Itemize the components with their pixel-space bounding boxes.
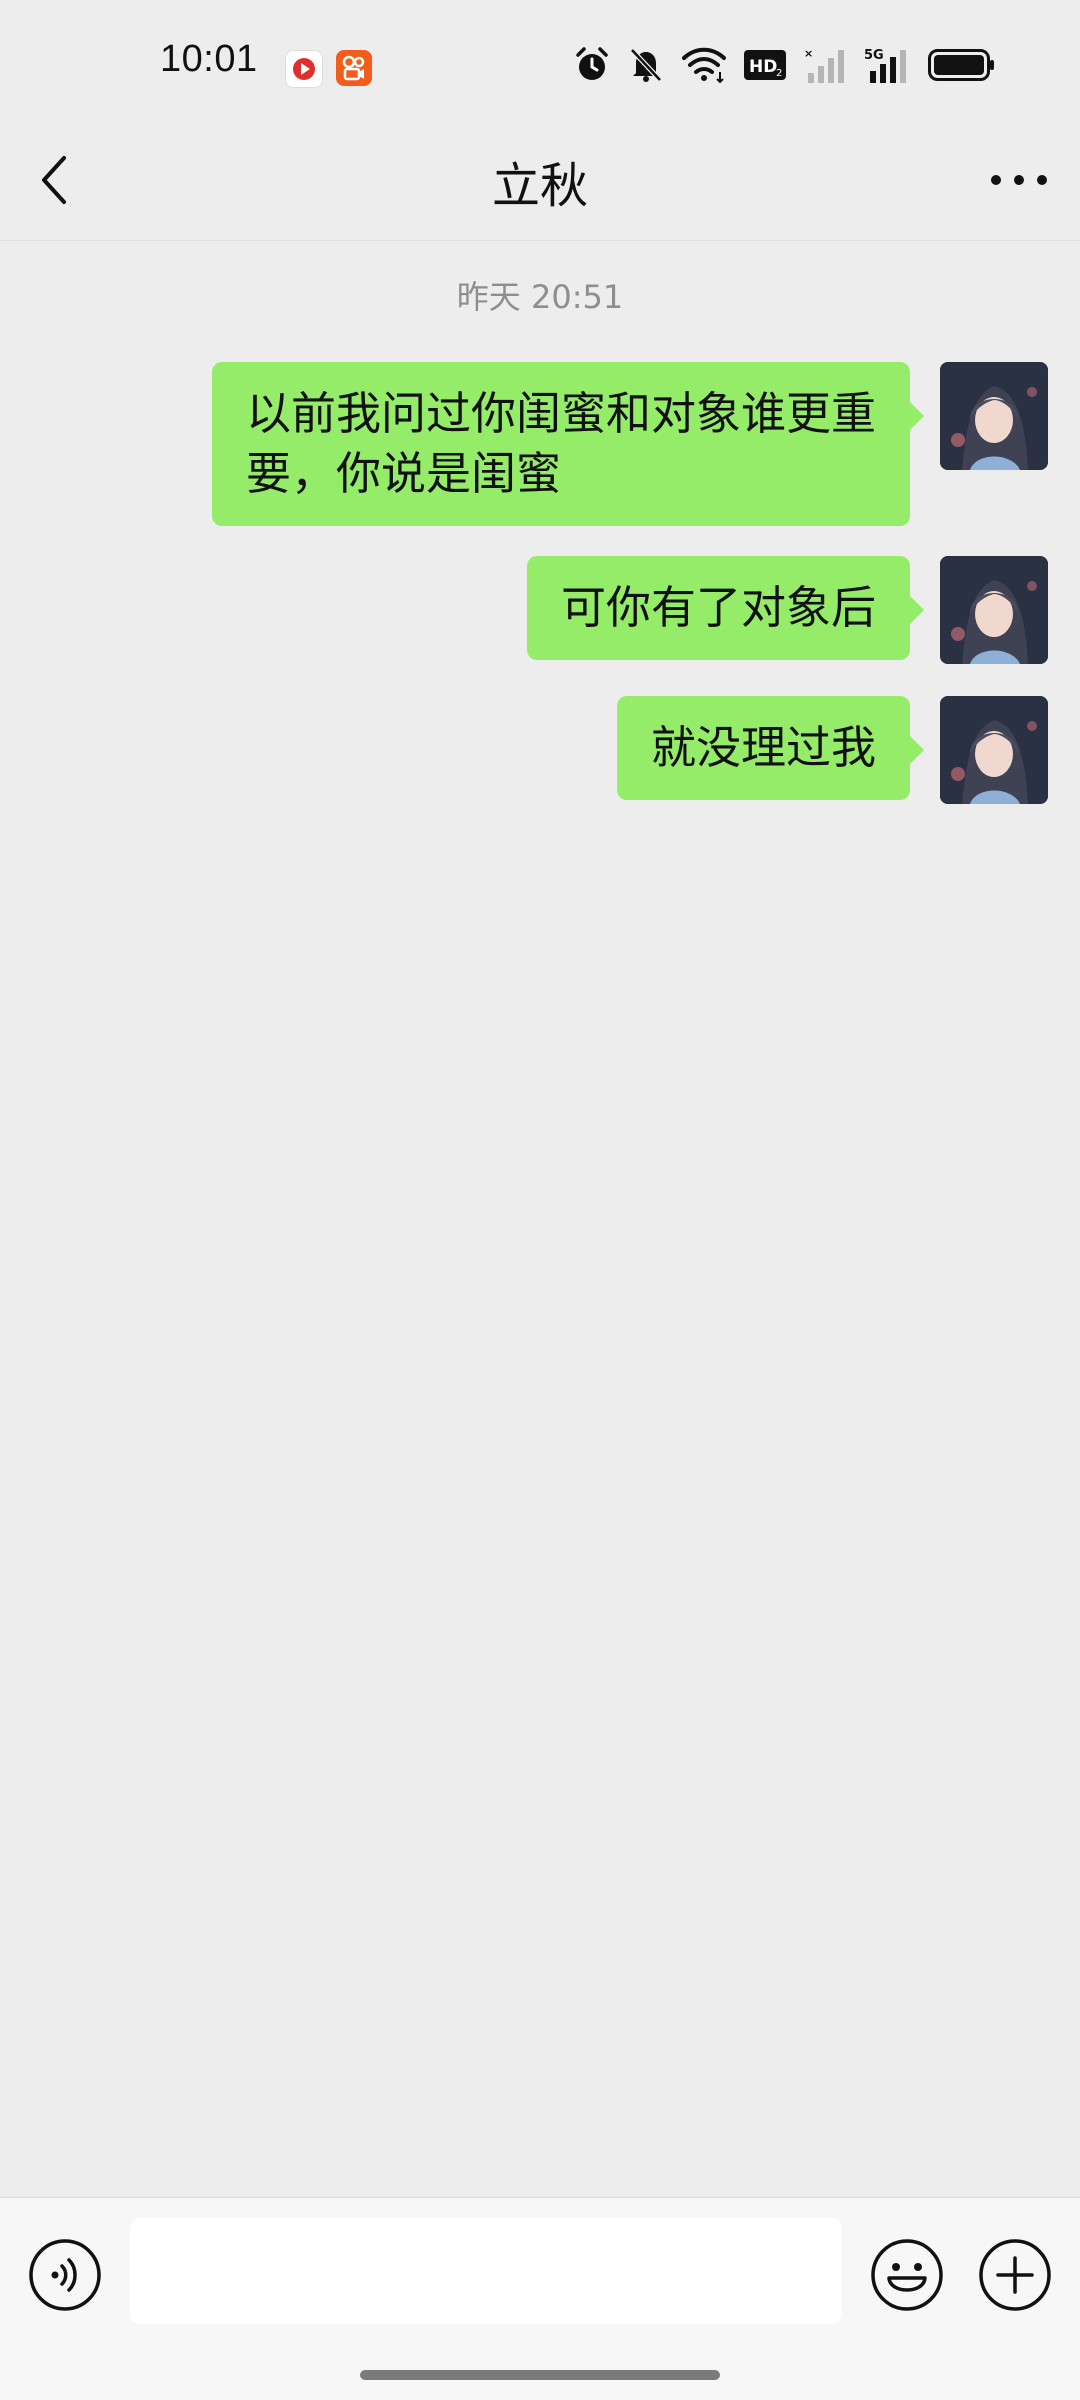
battery-icon [928, 49, 996, 81]
message-text-line: 以前我问过你闺蜜和对象谁更重 [245, 387, 876, 440]
avatar[interactable] [940, 696, 1048, 804]
more-button[interactable] [986, 160, 1052, 200]
avatar[interactable] [940, 362, 1048, 470]
more-dots-icon [991, 175, 1047, 185]
message-bubble[interactable]: 以前我问过你闺蜜和对象谁更重 要，你说是闺蜜 [211, 362, 925, 526]
kuaishou-app-icon [336, 50, 372, 86]
message-row: 可你有了对象后 [526, 556, 1048, 664]
alarm-icon [574, 46, 610, 84]
status-icons: HD 2 × 5G [574, 46, 996, 84]
signal-5g-icon: 5G [864, 47, 910, 83]
wifi-icon [682, 46, 726, 84]
signal-icon: × [804, 47, 846, 83]
status-bar: 10:01 HD 2 × 5G [0, 0, 1080, 120]
message-input[interactable] [130, 2218, 842, 2324]
voice-button[interactable] [28, 2238, 102, 2312]
message-bubble[interactable]: 就没理过我 [616, 696, 925, 800]
home-indicator[interactable] [360, 2370, 720, 2380]
mute-bell-icon [628, 46, 664, 84]
message-text: 可你有了对象后 [560, 581, 876, 634]
message-bubble[interactable]: 可你有了对象后 [526, 556, 925, 660]
message-row: 就没理过我 [616, 696, 1048, 804]
status-time: 10:01 [160, 38, 258, 80]
input-bar [0, 2197, 1080, 2400]
message-text: 就没理过我 [650, 721, 876, 774]
contact-name-title: 立秋 [491, 158, 588, 214]
more-functions-button[interactable] [978, 2238, 1052, 2312]
svg-text:2: 2 [776, 68, 782, 79]
emoji-icon [871, 2239, 943, 2311]
plus-icon [979, 2239, 1051, 2311]
emoji-button[interactable] [870, 2238, 944, 2312]
chat-header: 立秋 [0, 120, 1080, 241]
message-text-line: 要，你说是闺蜜 [245, 447, 561, 500]
avatar[interactable] [940, 556, 1048, 664]
hd-icon: HD 2 [744, 50, 786, 80]
message-timestamp: 昨天 20:51 [456, 278, 624, 316]
video-app-icon [285, 50, 323, 88]
voice-icon [29, 2239, 101, 2311]
svg-text:×: × [804, 47, 813, 60]
svg-text:HD: HD [749, 57, 777, 77]
message-row: 以前我问过你闺蜜和对象谁更重 要，你说是闺蜜 [211, 362, 1048, 526]
svg-text:5G: 5G [864, 48, 884, 63]
